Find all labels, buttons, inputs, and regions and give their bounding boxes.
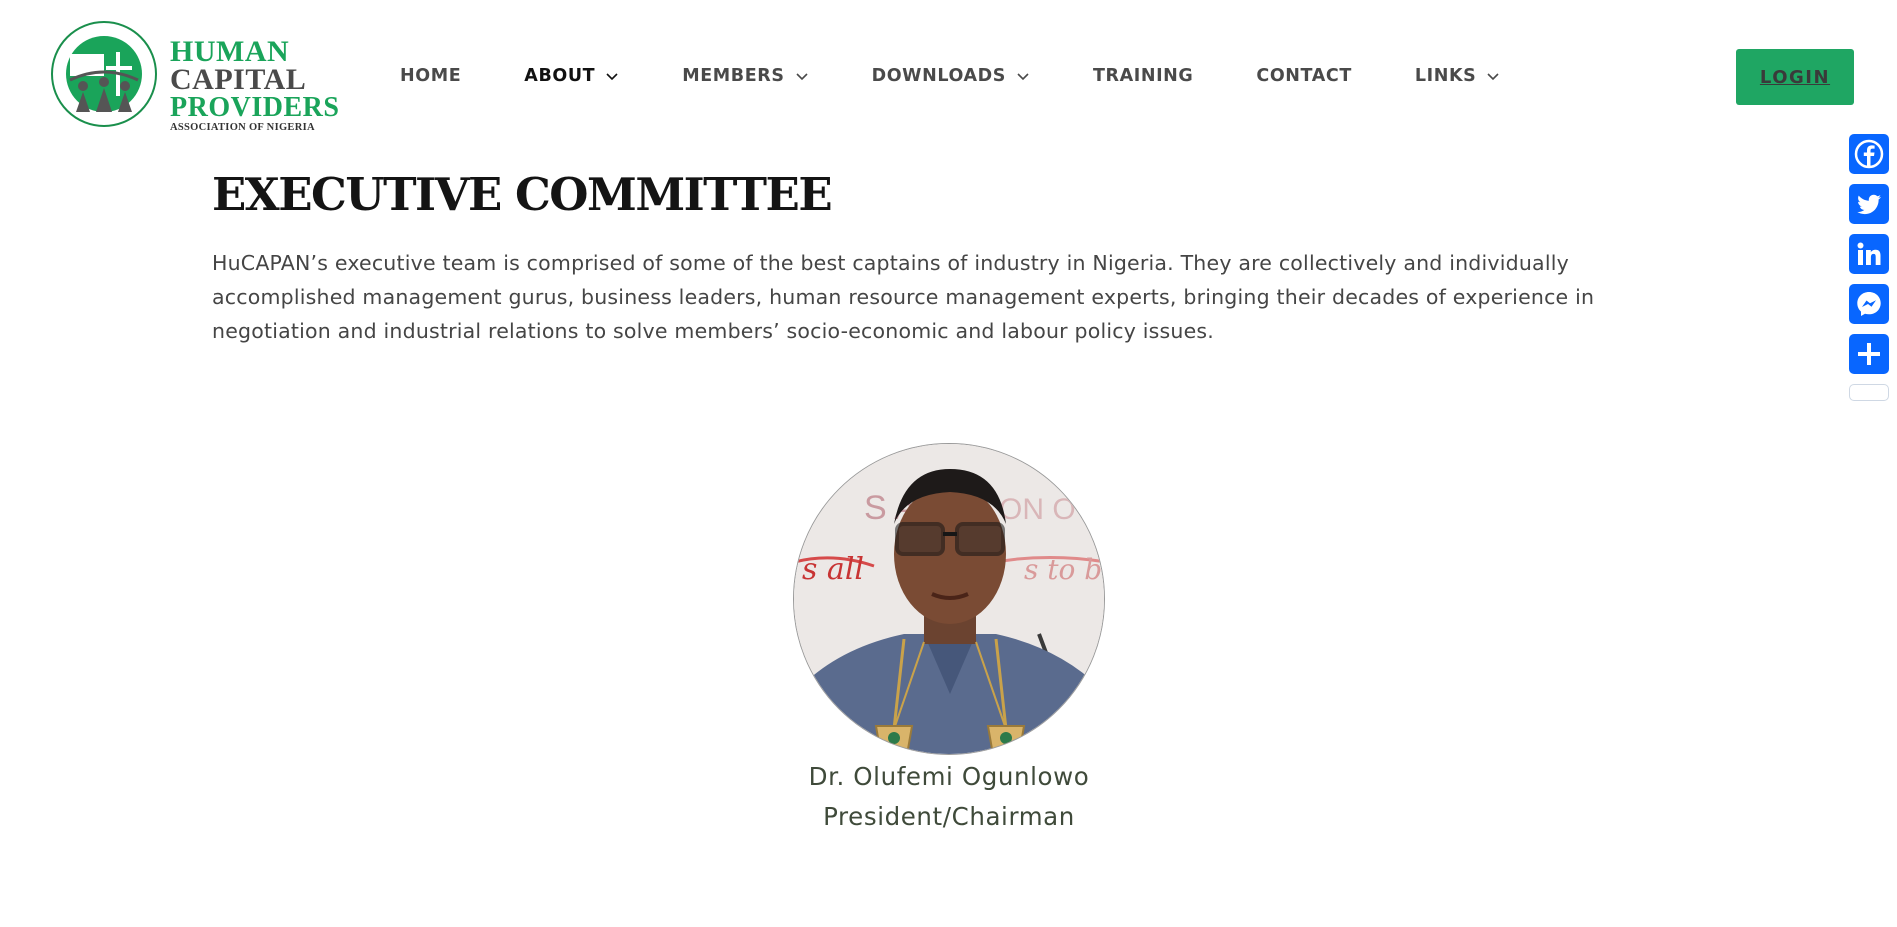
share-count-box <box>1849 384 1889 401</box>
svg-text:ON O: ON O <box>999 493 1076 526</box>
chevron-down-icon <box>1487 73 1499 81</box>
nav-item-label: TRAINING <box>1092 66 1194 86</box>
nav-item-links[interactable]: LINKS <box>1415 66 1500 86</box>
nav-item-contact[interactable]: CONTACT <box>1256 66 1351 86</box>
member-photo: S AS ON O s all s to b <box>793 443 1105 755</box>
chevron-down-icon <box>606 73 618 81</box>
svg-text:s all: s all <box>802 552 864 587</box>
chevron-down-icon <box>1017 73 1029 81</box>
portrait-image: S AS ON O s all s to b <box>794 444 1104 754</box>
logo-line-capital: CAPITAL <box>170 63 307 96</box>
site-logo[interactable]: HUMAN CAPITAL PROVIDERS ASSOCIATION OF N… <box>50 20 339 133</box>
share-add-to-any-button[interactable] <box>1849 334 1889 374</box>
chevron-down-icon <box>796 73 808 81</box>
linkedin-icon <box>1857 242 1881 265</box>
page-title: EXECUTIVE COMMITTEE <box>212 168 833 221</box>
svg-text:s to b: s to b <box>1024 553 1102 586</box>
nav-item-members[interactable]: MEMBERS <box>682 66 808 86</box>
login-button[interactable]: LOGIN <box>1736 49 1854 105</box>
member-name: Dr. Olufemi Ogunlowo <box>808 762 1090 791</box>
facebook-icon <box>1854 139 1884 169</box>
logo-line-human: HUMAN <box>170 35 290 68</box>
share-linkedin-button[interactable] <box>1849 234 1889 274</box>
add-to-any-icon <box>1858 343 1880 365</box>
nav-item-label: DOWNLOADS <box>871 66 1006 86</box>
member-role: President/Chairman <box>823 802 1075 831</box>
nav-item-home[interactable]: HOME <box>400 66 461 86</box>
logo-line-association: ASSOCIATION OF NIGERIA <box>170 122 315 133</box>
share-twitter-button[interactable] <box>1849 184 1889 224</box>
nav-item-label: LINKS <box>1414 66 1477 86</box>
main-navigation: HOME ABOUT MEMBERS DOWNLOADS TRAINING CO… <box>400 62 1563 90</box>
nav-item-about[interactable]: ABOUT <box>524 66 619 86</box>
nav-item-label: HOME <box>400 66 462 86</box>
twitter-icon <box>1857 194 1881 215</box>
logo-seal-icon <box>51 21 157 127</box>
logo-wordmark: HUMAN CAPITAL PROVIDERS ASSOCIATION OF N… <box>170 35 340 134</box>
share-facebook-button[interactable] <box>1849 134 1889 174</box>
nav-item-label: CONTACT <box>1256 66 1352 86</box>
nav-item-training[interactable]: TRAINING <box>1093 66 1193 86</box>
nav-item-label: ABOUT <box>524 66 596 86</box>
share-messenger-button[interactable] <box>1849 284 1889 324</box>
messenger-icon <box>1857 292 1881 316</box>
share-bar <box>1849 134 1889 401</box>
nav-item-label: MEMBERS <box>682 66 785 86</box>
logo-line-providers: PROVIDERS <box>170 92 340 123</box>
nav-item-downloads[interactable]: DOWNLOADS <box>872 66 1030 86</box>
site-header: HUMAN CAPITAL PROVIDERS ASSOCIATION OF N… <box>0 0 1897 150</box>
intro-paragraph: HuCAPAN’s executive team is comprised of… <box>212 251 1595 343</box>
